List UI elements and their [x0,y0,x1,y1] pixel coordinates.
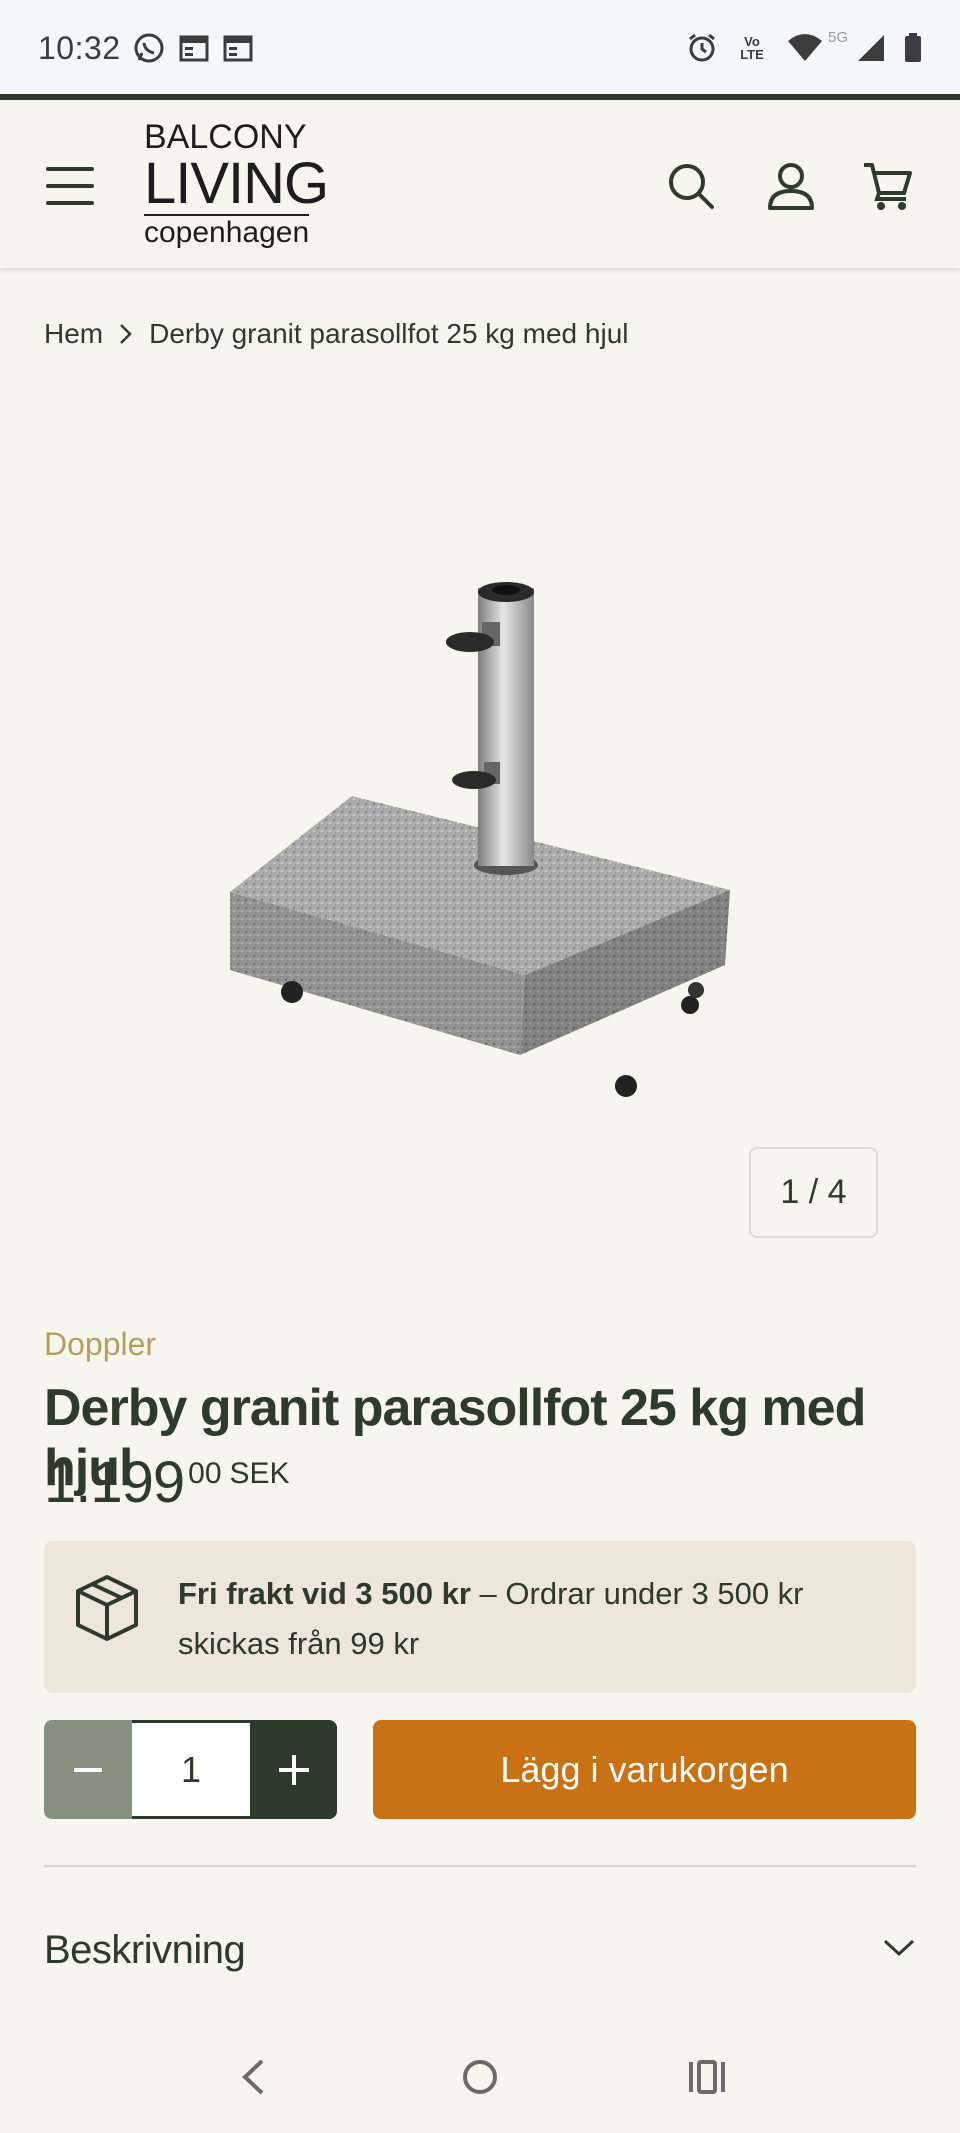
calendar-icon [223,34,253,62]
system-nav-bar [0,2020,960,2133]
logo-line-3: copenhagen [144,214,310,249]
signal-icon [856,33,886,63]
volte-icon: Vo LTE [736,35,768,61]
site-logo[interactable]: BALCONY LIVING copenhagen [144,118,329,250]
quantity-stepper: 1 [44,1720,337,1819]
volte-label: Vo LTE [740,34,764,62]
site-header: BALCONY LIVING copenhagen [0,100,960,270]
price-currency: SEK [229,1457,290,1490]
status-right: Vo LTE 5G [686,29,922,64]
breadcrumb-current: Derby granit parasollfot 25 kg med hjul [149,318,629,349]
home-icon[interactable] [450,2047,510,2107]
status-left: 10:32 [38,30,253,67]
shipping-text: Fri frakt vid 3 500 kr – Ordrar under 3 … [178,1569,878,1669]
chevron-down-icon [882,1938,916,1963]
network-label: 5G [827,29,848,46]
accordion-label: Beskrivning [44,1927,246,1972]
price-cents: 00 [188,1457,222,1490]
account-icon[interactable] [763,158,819,214]
back-icon[interactable] [223,2047,283,2107]
alarm-icon [686,32,718,64]
price-main: 1.199 [44,1450,185,1515]
add-to-cart-button[interactable]: Lägg i varukorgen [373,1720,916,1819]
battery-icon [904,33,922,63]
chevron-right-icon [119,323,133,345]
product-image[interactable] [220,570,740,1110]
shipping-bold: Fri frakt vid 3 500 kr [178,1576,471,1611]
cart-icon[interactable] [860,158,916,214]
description-accordion[interactable]: Beskrivning [44,1920,916,1980]
calendar-icon [179,34,209,62]
whatsapp-icon [133,32,165,64]
search-icon[interactable] [663,158,719,214]
status-time: 10:32 [38,29,121,66]
product-price: 1.199 00 SEK [44,1452,290,1514]
breadcrumb-home[interactable]: Hem [44,318,103,350]
quantity-increase-button[interactable] [250,1720,337,1819]
wifi-icon: 5G [786,29,848,63]
quantity-decrease-button[interactable] [44,1720,132,1819]
breadcrumb: Hem Derby granit parasollfot 25 kg med h… [44,318,629,350]
status-icons-left [133,32,253,64]
menu-icon[interactable] [46,167,94,205]
shipping-notice: Fri frakt vid 3 500 kr – Ordrar under 3 … [44,1541,916,1693]
divider [44,1865,916,1867]
logo-line-2: LIVING [144,151,329,216]
quantity-input[interactable]: 1 [132,1720,250,1819]
status-bar: 10:32 Vo LTE 5G [0,0,960,96]
recent-apps-icon[interactable] [677,2047,737,2107]
gallery-pager[interactable]: 1 / 4 [749,1147,878,1238]
package-icon [72,1573,142,1643]
product-brand[interactable]: Doppler [44,1326,156,1363]
